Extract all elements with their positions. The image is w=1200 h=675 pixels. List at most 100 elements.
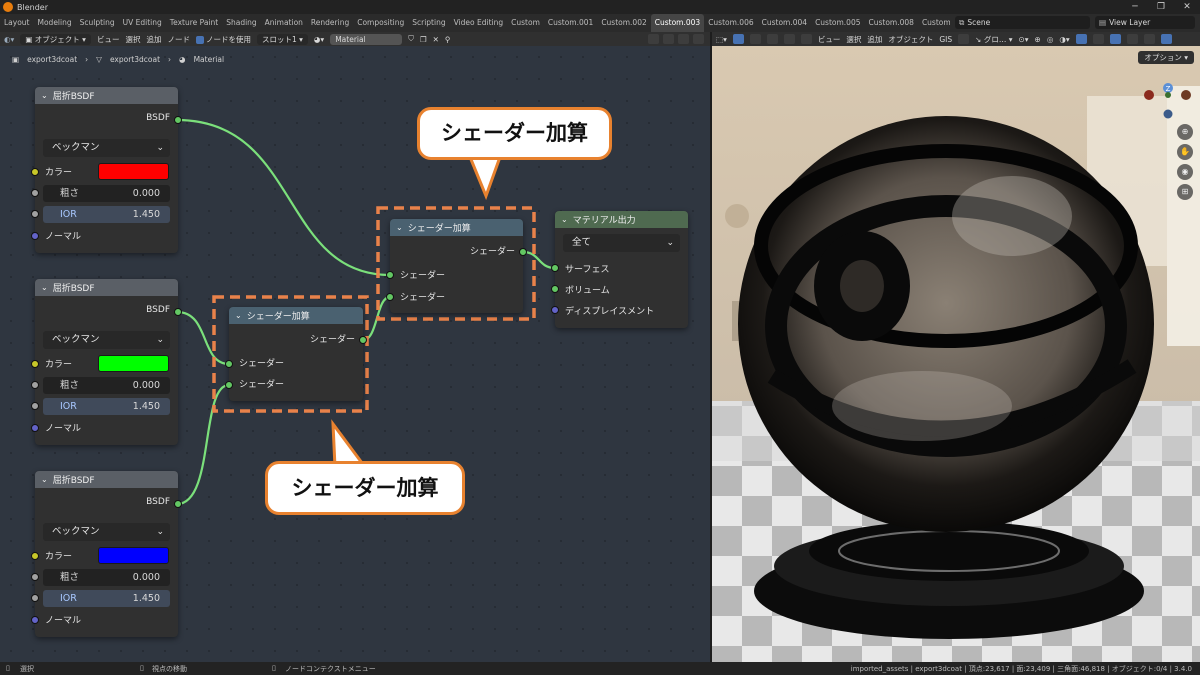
menu-add[interactable]: 追加 xyxy=(867,34,882,45)
options-dropdown[interactable]: オプション ▾ xyxy=(1138,51,1194,64)
roughness-input-socket[interactable] xyxy=(31,381,39,389)
collapse-chevron-icon[interactable]: ⌄ xyxy=(41,475,48,484)
workspace-tab[interactable]: Custom.002 xyxy=(597,14,650,32)
workspace-tab[interactable]: Video Editing xyxy=(450,14,508,32)
bsdf-output-socket[interactable] xyxy=(174,116,182,124)
workspace-tab[interactable]: Custom.004 xyxy=(758,14,811,32)
collapse-chevron-icon[interactable]: ⌄ xyxy=(235,311,242,320)
material-icon[interactable]: ◕▾ xyxy=(314,35,324,44)
bsdf-output-socket[interactable] xyxy=(174,308,182,316)
collapse-chevron-icon[interactable]: ⌄ xyxy=(41,283,48,292)
distribution-dropdown[interactable]: ベックマン ⌄ xyxy=(43,139,170,157)
ior-field[interactable]: IOR 1.450 xyxy=(43,398,170,415)
refraction-bsdf-node-1[interactable]: ⌄ 屈折BSDF BSDF ベックマン ⌄ カラー 粗さ 0.000 IOR 1.450… xyxy=(31,87,182,253)
node-header[interactable]: ⌄ シェーダー加算 xyxy=(390,219,523,236)
workspace-tab[interactable]: Rendering xyxy=(307,14,353,32)
distribution-dropdown[interactable]: ベックマン ⌄ xyxy=(43,523,170,541)
collapse-chevron-icon[interactable]: ⌄ xyxy=(41,91,48,100)
object-mode-dropdown[interactable]: ▣ オブジェクト ▾ xyxy=(20,33,91,45)
add-shader-node-2[interactable]: ⌄ シェーダー加算 シェーダー シェーダー シェーダー xyxy=(225,307,367,401)
color-swatch[interactable] xyxy=(98,547,169,564)
color-input-socket[interactable] xyxy=(31,168,39,176)
distribution-dropdown[interactable]: ベックマン ⌄ xyxy=(43,331,170,349)
xray-icon[interactable] xyxy=(1109,34,1121,44)
workspace-tab[interactable]: Custom.005 xyxy=(811,14,864,32)
ior-input-socket[interactable] xyxy=(31,210,39,218)
select-subtract-icon[interactable] xyxy=(766,34,778,44)
menu-select[interactable]: 選択 xyxy=(125,34,140,45)
select-box-icon[interactable] xyxy=(732,34,744,44)
menu-select[interactable]: 選択 xyxy=(846,34,861,45)
slot-dropdown[interactable]: スロット1 ▾ xyxy=(256,33,308,45)
bsdf-output-socket[interactable] xyxy=(174,500,182,508)
material-shading-icon[interactable] xyxy=(1143,34,1155,44)
pivot-icon[interactable]: ⊙▾ xyxy=(1018,35,1028,44)
workspace-tab[interactable]: Animation xyxy=(261,14,307,32)
neg-x-axis-handle[interactable] xyxy=(1181,90,1191,100)
volume-input-socket[interactable] xyxy=(551,285,559,293)
minimize-button[interactable]: ─ xyxy=(1122,0,1148,14)
pin-icon[interactable]: ⚲ xyxy=(445,35,451,44)
visibility-icon[interactable]: ◑▾ xyxy=(1059,35,1069,44)
node-header[interactable]: ⌄ 屈折BSDF xyxy=(35,471,178,488)
displacement-input-socket[interactable] xyxy=(551,306,559,314)
transform-orientation-dropdown[interactable]: ↘ グロ… ▾ xyxy=(975,34,1012,45)
overlay-dropdown-icon[interactable] xyxy=(693,34,704,44)
workspace-tab[interactable]: Sculpting xyxy=(76,14,119,32)
node-header[interactable]: ⌄ シェーダー加算 xyxy=(229,307,363,324)
select-extend-icon[interactable] xyxy=(749,34,761,44)
overlay-toggle-icon[interactable] xyxy=(1092,34,1104,44)
normal-input-socket[interactable] xyxy=(31,616,39,624)
shader-input-2-socket[interactable] xyxy=(386,293,394,301)
gis-icon[interactable] xyxy=(958,34,970,44)
duplicate-icon[interactable]: ❐ xyxy=(420,35,427,44)
shader-output-socket[interactable] xyxy=(359,336,367,344)
node-header[interactable]: ⌄ 屈折BSDF xyxy=(35,87,178,104)
ior-input-socket[interactable] xyxy=(31,594,39,602)
roughness-input-socket[interactable] xyxy=(31,573,39,581)
select-intersect-icon[interactable] xyxy=(800,34,812,44)
normal-input-socket[interactable] xyxy=(31,424,39,432)
zoom-icon[interactable]: ⊕ xyxy=(1177,124,1193,140)
roughness-field[interactable]: 粗さ 0.000 xyxy=(43,185,170,202)
workspace-tab[interactable]: Scripting xyxy=(408,14,449,32)
rendered-shading-icon[interactable] xyxy=(1160,34,1172,44)
x-axis-handle[interactable] xyxy=(1144,90,1154,100)
grid-icon[interactable]: ⊞ xyxy=(1177,184,1193,200)
material-name-field[interactable]: Material xyxy=(330,33,403,45)
pan-hand-icon[interactable]: ✋ xyxy=(1177,144,1193,160)
add-shader-node-1[interactable]: ⌄ シェーダー加算 シェーダー シェーダー シェーダー xyxy=(386,219,527,313)
refraction-bsdf-node-2[interactable]: ⌄ 屈折BSDF BSDF ベックマン ⌄ カラー 粗さ 0.000 IOR 1.450… xyxy=(31,279,182,445)
normal-input-socket[interactable] xyxy=(31,232,39,240)
workspace-tab[interactable]: Shading xyxy=(222,14,260,32)
camera-icon[interactable]: ◉ xyxy=(1177,164,1193,180)
menu-add[interactable]: 追加 xyxy=(146,34,161,45)
color-input-socket[interactable] xyxy=(31,552,39,560)
editor-type-icon[interactable]: ⬚▾ xyxy=(716,35,727,44)
gizmo-toggle-icon[interactable] xyxy=(1075,34,1087,44)
snap-icon[interactable]: ⊕ xyxy=(1035,35,1041,44)
ior-input-socket[interactable] xyxy=(31,402,39,410)
menu-object[interactable]: オブジェクト xyxy=(888,34,933,45)
workspace-tab[interactable]: Modeling xyxy=(34,14,76,32)
workspace-tab[interactable]: Custom.007 xyxy=(918,14,950,32)
color-swatch[interactable] xyxy=(98,163,169,180)
menu-view[interactable]: ビュー xyxy=(818,34,841,45)
roughness-input-socket[interactable] xyxy=(31,189,39,197)
neg-z-axis-handle[interactable] xyxy=(1163,109,1173,119)
shader-input-2-socket[interactable] xyxy=(225,381,233,389)
ior-field[interactable]: IOR 1.450 xyxy=(43,590,170,607)
workspace-tab[interactable]: Texture Paint xyxy=(166,14,222,32)
color-input-socket[interactable] xyxy=(31,360,39,368)
node-header[interactable]: ⌄ 屈折BSDF xyxy=(35,279,178,296)
roughness-field[interactable]: 粗さ 0.000 xyxy=(43,377,170,394)
snap-icon[interactable] xyxy=(663,34,674,44)
workspace-tab[interactable]: Custom.003 xyxy=(650,14,705,32)
3d-viewport[interactable]: オプション ▾ Z ⊕ ✋ ◉ ⊞ xyxy=(712,46,1200,662)
refraction-bsdf-node-3[interactable]: ⌄ 屈折BSDF BSDF ベックマン ⌄ カラー 粗さ 0.000 IOR 1.450… xyxy=(31,471,182,637)
maximize-button[interactable]: ❐ xyxy=(1148,0,1174,14)
shield-icon[interactable]: ⛉ xyxy=(408,34,414,44)
overlay-icon[interactable] xyxy=(678,34,689,44)
menu-gis[interactable]: GIS xyxy=(939,35,952,44)
solid-shading-icon[interactable] xyxy=(1126,34,1138,44)
